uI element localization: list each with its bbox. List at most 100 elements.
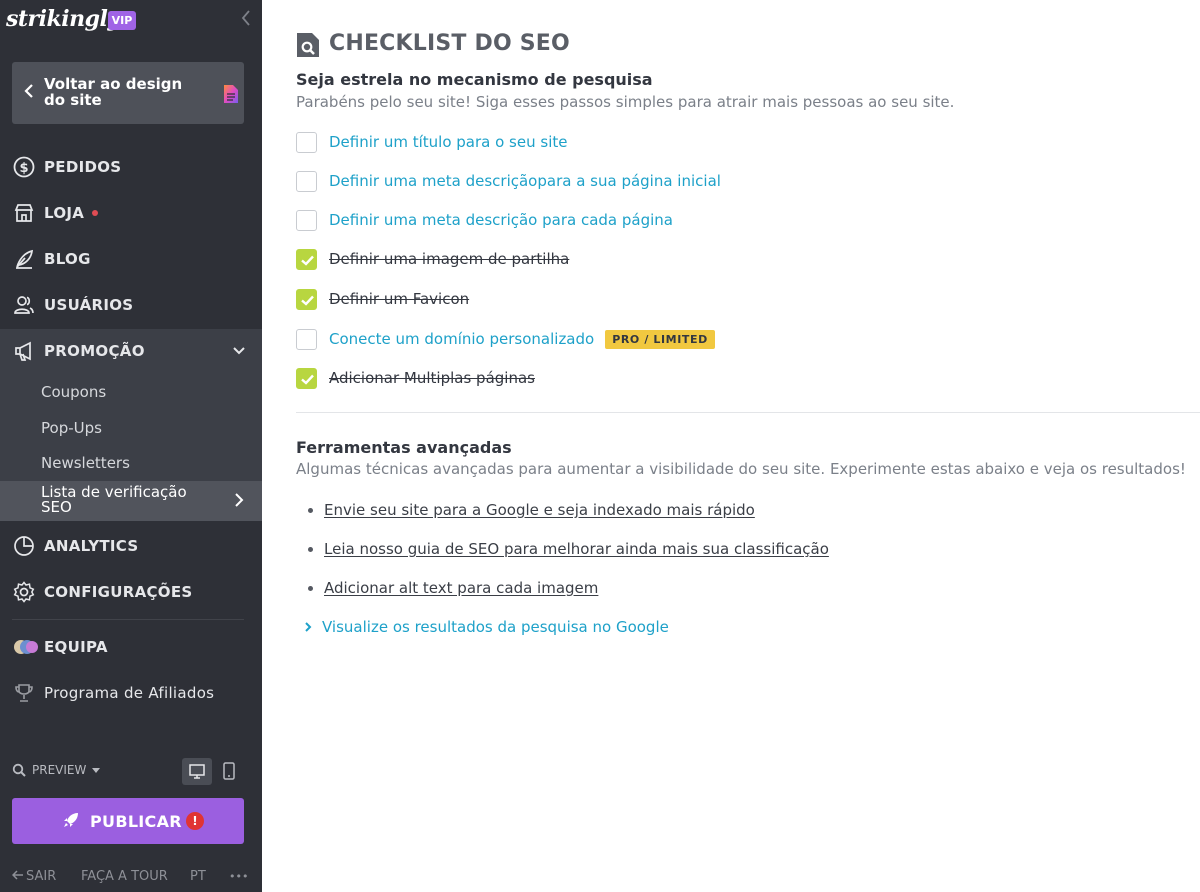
section-divider	[296, 412, 1200, 413]
desktop-view-toggle[interactable]	[182, 758, 212, 785]
chevron-left-icon	[24, 84, 33, 98]
exit-label: SAIR	[26, 869, 57, 884]
vip-badge: VIP	[108, 11, 136, 30]
checkbox-checked[interactable]	[296, 367, 317, 389]
tour-link[interactable]: FAÇA A TOUR	[81, 869, 168, 884]
sub-seo-label: Lista de verificação SEO	[41, 483, 187, 516]
nav-usuarios[interactable]: USUÁRIOS	[0, 283, 262, 327]
arrow-left-icon	[11, 870, 23, 880]
chevron-down-icon	[233, 347, 245, 355]
checklist-item[interactable]: Adicionar Multiplas páginas	[296, 367, 535, 389]
checklist-item[interactable]: Definir uma meta descriçãopara a sua pág…	[296, 170, 721, 192]
dollar-circle-icon: $	[13, 156, 35, 178]
checklist-link[interactable]: Definir uma meta descrição para cada pág…	[329, 211, 673, 229]
checklist-item[interactable]: Definir uma meta descrição para cada pág…	[296, 209, 673, 231]
sidebar-divider	[12, 619, 244, 620]
notification-dot	[92, 210, 99, 216]
nav-label: PEDIDOS	[44, 158, 122, 176]
nav-loja[interactable]: LOJA	[0, 191, 262, 235]
advanced-link[interactable]: Envie seu site para a Google e seja inde…	[324, 501, 755, 519]
nav-analytics[interactable]: ANALYTICS	[0, 524, 262, 568]
check-icon	[301, 295, 314, 306]
advanced-link[interactable]: Leia nosso guia de SEO para melhorar ain…	[324, 540, 829, 558]
nav-label: USUÁRIOS	[44, 296, 134, 314]
advanced-link-item[interactable]: Envie seu site para a Google e seja inde…	[308, 499, 755, 521]
mobile-icon	[223, 762, 235, 780]
exit-link[interactable]: SAIR	[11, 869, 57, 884]
pro-limited-badge: PRO / LIMITED	[605, 329, 715, 349]
pie-chart-icon	[14, 536, 34, 556]
check-icon	[301, 255, 314, 266]
language-selector[interactable]: PT	[190, 869, 206, 884]
section-description-basic: Parabéns pelo seu site! Siga esses passo…	[296, 93, 955, 111]
checklist-item[interactable]: Definir um título para o seu site	[296, 131, 567, 153]
checklist-link[interactable]: Definir um título para o seu site	[329, 133, 567, 151]
checkbox[interactable]	[296, 131, 317, 153]
publish-button[interactable]: PUBLICAR !	[12, 798, 244, 844]
check-icon	[301, 374, 314, 385]
nav-label: ANALYTICS	[44, 537, 139, 555]
checklist-item[interactable]: Definir uma imagem de partilha	[296, 248, 569, 270]
megaphone-icon	[15, 341, 31, 361]
checkbox[interactable]	[296, 209, 317, 231]
team-avatars-icon	[14, 640, 38, 654]
mobile-view-toggle[interactable]	[218, 758, 240, 785]
bullet	[308, 546, 313, 552]
advanced-link[interactable]: Adicionar alt text para cada imagem	[324, 579, 598, 597]
sub-newsletters[interactable]: Newsletters	[41, 454, 130, 472]
nav-equipa[interactable]: EQUIPA	[0, 625, 262, 669]
page-title: CHECKLIST DO SEO	[329, 31, 570, 56]
section-description-advanced: Algumas técnicas avançadas para aumentar…	[296, 460, 1186, 478]
sub-coupons[interactable]: Coupons	[41, 383, 106, 401]
chevron-left-icon	[241, 10, 250, 26]
nav-label: CONFIGURAÇÕES	[44, 583, 193, 601]
checklist-label-done: Definir uma imagem de partilha	[329, 250, 570, 268]
nav-pedidos[interactable]: $ PEDIDOS	[0, 145, 262, 189]
search-icon	[12, 763, 26, 777]
users-icon	[14, 296, 34, 314]
checklist-link[interactable]: Definir uma meta descriçãopara a sua pág…	[329, 172, 721, 190]
feather-icon	[16, 249, 33, 269]
back-to-design-label: Voltar ao design do site	[44, 75, 183, 109]
checklist-label-done: Definir um Favicon	[329, 290, 470, 308]
nav-configuracoes[interactable]: CONFIGURAÇÕES	[0, 570, 262, 614]
checkbox-checked[interactable]	[296, 288, 317, 310]
checklist-link[interactable]: Conecte um domínio personalizado	[329, 330, 594, 348]
nav-label: PROMOÇÃO	[44, 342, 145, 360]
preview-label: PREVIEW	[32, 763, 87, 777]
nav-afiliados[interactable]: Programa de Afiliados	[0, 671, 262, 715]
advanced-link-item[interactable]: Leia nosso guia de SEO para melhorar ain…	[308, 538, 829, 560]
sub-seo-checklist[interactable]: Lista de verificação SEO	[0, 481, 262, 521]
main-content: CHECKLIST DO SEO Seja estrela no mecanis…	[262, 0, 1200, 892]
seo-search-icon	[297, 33, 319, 57]
store-icon	[14, 204, 34, 222]
collapse-sidebar-button[interactable]	[240, 8, 260, 34]
back-to-design-button[interactable]: Voltar ao design do site	[12, 62, 244, 124]
checklist-item[interactable]: Definir um Favicon	[296, 288, 469, 310]
gear-icon	[13, 581, 35, 603]
nav-promocao[interactable]: PROMOÇÃO	[0, 329, 262, 373]
checkbox[interactable]	[296, 328, 317, 350]
brand-logo: strikingly	[6, 6, 120, 32]
nav-blog[interactable]: BLOG	[0, 237, 262, 281]
google-results-toggle[interactable]: Visualize os resultados da pesquisa no G…	[304, 618, 669, 636]
google-results-label: Visualize os resultados da pesquisa no G…	[322, 618, 669, 636]
document-icon	[224, 85, 238, 103]
preview-dropdown[interactable]: PREVIEW	[12, 763, 101, 777]
checkbox[interactable]	[296, 170, 317, 192]
checklist-label-done: Adicionar Multiplas páginas	[329, 369, 535, 387]
chevron-right-icon	[305, 622, 312, 632]
svg-text:$: $	[19, 161, 28, 176]
promocao-submenu: Coupons Pop-Ups Newsletters Lista de ver…	[0, 373, 262, 521]
advanced-link-item[interactable]: Adicionar alt text para cada imagem	[308, 577, 598, 599]
rocket-icon	[64, 813, 78, 827]
nav-label: LOJA	[44, 204, 85, 222]
checklist-item[interactable]: Conecte um domínio personalizado PRO / L…	[296, 328, 715, 350]
checkbox-checked[interactable]	[296, 248, 317, 270]
nav-label: Programa de Afiliados	[44, 684, 215, 702]
desktop-icon	[189, 764, 205, 779]
section-heading-basic: Seja estrela no mecanismo de pesquisa	[296, 70, 653, 89]
nav-label: EQUIPA	[44, 638, 108, 656]
more-options-button[interactable]: •••	[229, 870, 248, 883]
sub-popups[interactable]: Pop-Ups	[41, 419, 102, 437]
